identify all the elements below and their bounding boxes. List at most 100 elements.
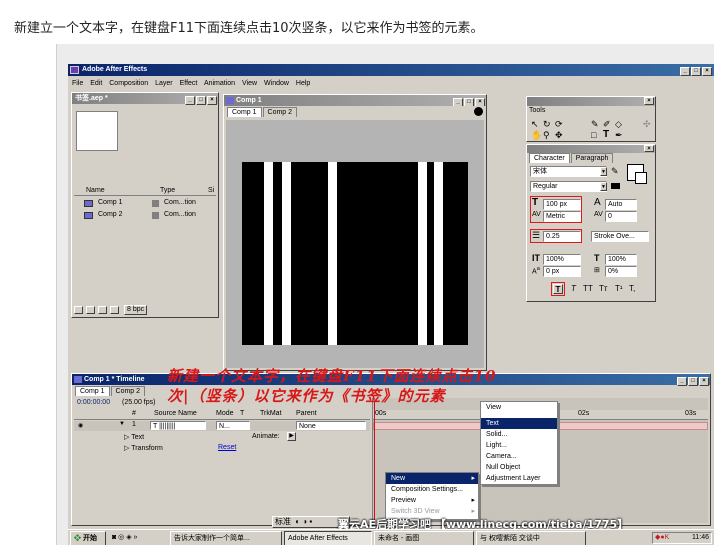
header-mode[interactable]: Mode	[216, 410, 234, 417]
timeline-minimize-button[interactable]: _	[677, 377, 687, 386]
find-icon[interactable]	[74, 306, 83, 314]
font-family-select[interactable]: 宋体	[530, 166, 607, 177]
header-t[interactable]: T	[240, 410, 244, 417]
zoom-tool-icon[interactable]: ⚲	[543, 130, 550, 141]
pen-tool-icon[interactable]: ✒	[615, 130, 623, 141]
menu-item-null-object[interactable]: Null Object	[481, 462, 557, 473]
eraser-tool-icon[interactable]: ◇	[615, 119, 622, 130]
timeline-close-button[interactable]: ×	[699, 377, 709, 386]
bpc-button[interactable]: 8 bpc	[124, 305, 148, 315]
character-close-button[interactable]: ×	[644, 145, 654, 152]
kerning-field[interactable]: Metric	[543, 211, 581, 222]
menu-view[interactable]: View	[242, 80, 257, 87]
comp-tab-1[interactable]: Comp 1	[227, 107, 262, 117]
start-button[interactable]: ❖ 开始	[70, 531, 106, 545]
subscript-button[interactable]: T,	[629, 284, 635, 293]
leading-field[interactable]: Auto	[605, 199, 637, 210]
maximize-button[interactable]: □	[691, 67, 701, 76]
taskbar-item[interactable]: 与 权嘤紫陌 交谈中	[476, 531, 586, 545]
taskbar-item-active[interactable]: Adobe After Effects	[284, 531, 372, 545]
superscript-button[interactable]: T¹	[615, 284, 623, 293]
timeline-maximize-button[interactable]: □	[688, 377, 698, 386]
layer-row[interactable]: ◉ ▼ 1 T ||||||||| N... None	[74, 421, 370, 431]
horizontal-scale-field[interactable]: 100%	[605, 254, 637, 265]
header-source-name[interactable]: Source Name	[154, 410, 197, 417]
tools-close-button[interactable]: ×	[644, 97, 654, 105]
timeline-tab-1[interactable]: Comp 1	[75, 386, 110, 396]
tab-character[interactable]: Character	[529, 153, 570, 163]
col-size[interactable]: Si	[208, 187, 214, 194]
type-tool-icon[interactable]: T	[603, 129, 609, 140]
mask-tool-icon[interactable]: □	[591, 130, 596, 140]
faux-italic-button[interactable]: T	[571, 284, 576, 293]
menu-help[interactable]: Help	[296, 80, 310, 87]
project-maximize-button[interactable]: □	[196, 96, 206, 105]
tsume-field[interactable]: 0%	[605, 266, 637, 277]
panel-menu-icon[interactable]	[474, 107, 483, 116]
faux-bold-button[interactable]: T	[553, 284, 563, 294]
layer-parent-select[interactable]: None	[296, 421, 366, 430]
menu-item-camera[interactable]: Camera...	[481, 451, 557, 462]
small-caps-button[interactable]: Tт	[599, 284, 608, 293]
taskbar-item[interactable]: 告诉大家制作一个简单...	[170, 531, 282, 545]
rotate-tool-icon[interactable]: ↻	[543, 119, 551, 130]
menu-item-light[interactable]: Light...	[481, 440, 557, 451]
project-close-button[interactable]: ×	[207, 96, 217, 105]
col-type[interactable]: Type	[160, 187, 175, 194]
menu-file[interactable]: File	[72, 80, 83, 87]
stroke-mode-select[interactable]: Stroke Ove...	[591, 231, 649, 242]
eye-icon[interactable]: ◉	[78, 422, 83, 429]
vertical-scale-field[interactable]: 100%	[543, 254, 581, 265]
selection-tool-icon[interactable]: ↖	[531, 119, 539, 130]
taskbar-item[interactable]: 未命名 - 画图	[374, 531, 474, 545]
project-minimize-button[interactable]: _	[185, 96, 195, 105]
timeline-tab-2[interactable]: Comp 2	[110, 386, 146, 396]
font-style-select[interactable]: Regular	[530, 181, 607, 192]
minimize-button[interactable]: _	[680, 67, 690, 76]
text-property-row[interactable]: ▷ Text	[124, 433, 144, 441]
hand-tool-icon[interactable]: ✋	[531, 130, 542, 141]
comp-viewer[interactable]	[226, 120, 484, 368]
chevron-down-icon[interactable]: ▼	[600, 167, 607, 176]
tab-paragraph[interactable]: Paragraph	[570, 153, 614, 163]
menu-item-new[interactable]: New ▸	[386, 473, 478, 484]
menu-item-preview[interactable]: Preview ▸	[386, 495, 478, 506]
layer-name[interactable]: T |||||||||	[150, 421, 206, 430]
menu-item-composition-settings[interactable]: Composition Settings...	[386, 484, 478, 495]
new-folder-icon[interactable]	[86, 306, 95, 314]
menu-animation[interactable]: Animation	[204, 80, 235, 87]
animate-menu-button[interactable]: ▶	[287, 432, 296, 441]
menu-effect[interactable]: Effect	[180, 80, 198, 87]
menu-item-adjustment-layer[interactable]: Adjustment Layer	[481, 473, 557, 484]
header-trkmat[interactable]: TrkMat	[260, 410, 282, 417]
font-size-field[interactable]: 100 px	[543, 199, 581, 210]
ime-moon-icon[interactable]: ◐ ◑ ▪	[295, 517, 312, 526]
menu-layer[interactable]: Layer	[155, 80, 173, 87]
trash-icon[interactable]	[110, 306, 119, 314]
all-caps-button[interactable]: TT	[583, 284, 593, 293]
orbit-camera-icon[interactable]: ⟳	[555, 119, 563, 130]
stroke-color-swatch[interactable]	[635, 172, 647, 184]
close-button[interactable]: ×	[702, 67, 712, 76]
menu-item-text[interactable]: Text	[481, 418, 557, 429]
col-name[interactable]: Name	[86, 187, 105, 194]
eyedropper-icon[interactable]: ✎	[611, 166, 619, 177]
transform-property-row[interactable]: ▷ Transform	[124, 444, 163, 452]
menu-item-solid[interactable]: Solid...	[481, 429, 557, 440]
reset-link[interactable]: Reset	[218, 444, 236, 451]
brush-tool-icon[interactable]: ✎	[591, 119, 599, 130]
new-comp-icon[interactable]	[98, 306, 107, 314]
menu-item-view[interactable]: View	[481, 402, 557, 413]
chevron-down-icon[interactable]: ▼	[600, 182, 607, 191]
quicklaunch-icons[interactable]: ◙ ◎ ◈ »	[112, 533, 137, 541]
tray-icons[interactable]: ◆●K	[655, 534, 669, 541]
black-swatch[interactable]	[611, 183, 620, 189]
header-parent[interactable]: Parent	[296, 410, 317, 417]
menu-composition[interactable]: Composition	[109, 80, 148, 87]
twirl-down-icon[interactable]: ▼	[119, 421, 125, 427]
baseline-shift-field[interactable]: 0 px	[543, 266, 581, 277]
axis-mode-icon[interactable]: ✣	[643, 119, 651, 130]
comp-tab-2[interactable]: Comp 2	[262, 107, 298, 117]
menu-window[interactable]: Window	[264, 80, 289, 87]
timecode[interactable]: 0:00:00:00	[77, 399, 110, 406]
